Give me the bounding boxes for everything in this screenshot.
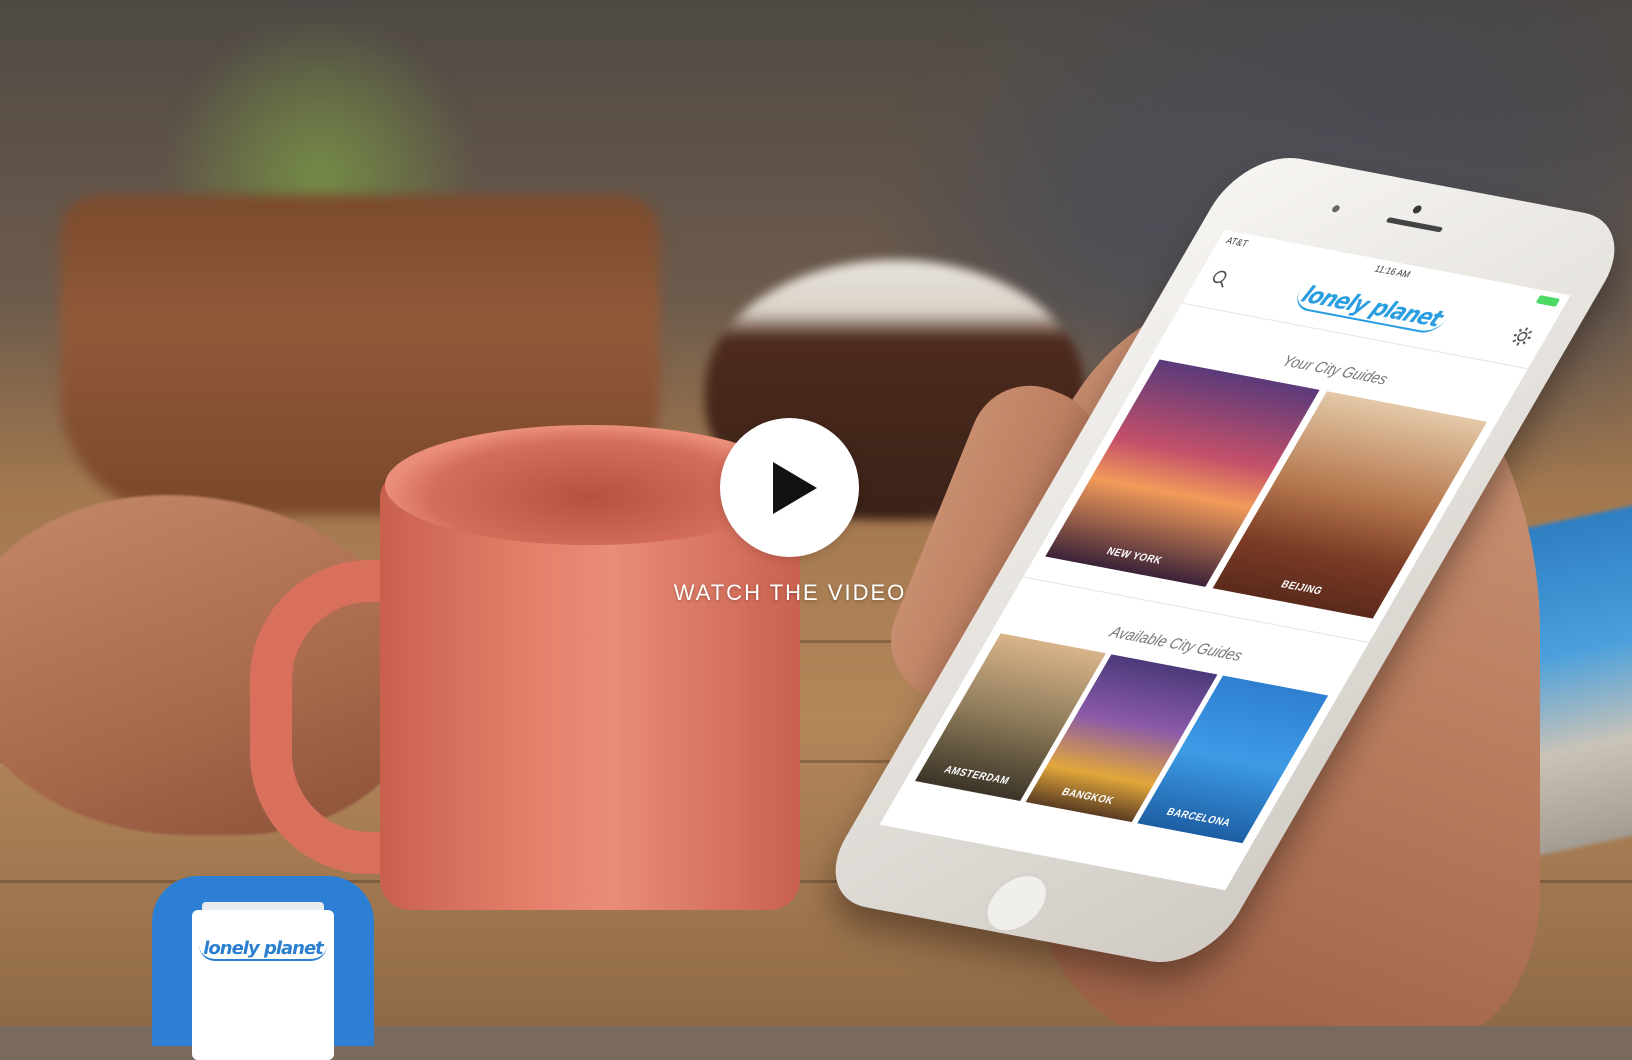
- play-icon: [772, 461, 817, 514]
- carrier-label: AT&T: [1224, 235, 1251, 249]
- sensor-dot: [1330, 204, 1342, 213]
- guide-card-label: BARCELONA: [1164, 806, 1233, 830]
- guide-card-label: AMSTERDAM: [941, 764, 1012, 788]
- home-button: [972, 868, 1062, 938]
- app-icon: lonely planet: [152, 876, 374, 1060]
- guide-card-label: BEIJING: [1278, 579, 1325, 598]
- earpiece: [1385, 217, 1444, 233]
- search-icon[interactable]: [1206, 268, 1236, 291]
- gear-icon[interactable]: [1507, 325, 1537, 348]
- battery-icon: [1535, 295, 1561, 307]
- watch-video-label[interactable]: WATCH THE VIDEO: [640, 580, 940, 606]
- clock-label: 11:16 AM: [1372, 263, 1413, 280]
- guide-card-label: BANGKOK: [1059, 786, 1116, 808]
- camera-dot: [1411, 204, 1424, 215]
- play-video-button[interactable]: [720, 418, 859, 557]
- app-icon-logo: lonely planet: [199, 938, 327, 961]
- app-icon-card: lonely planet: [192, 910, 334, 1060]
- guide-card-label: NEW YORK: [1104, 545, 1165, 567]
- brand-logo: lonely planet: [1289, 280, 1453, 336]
